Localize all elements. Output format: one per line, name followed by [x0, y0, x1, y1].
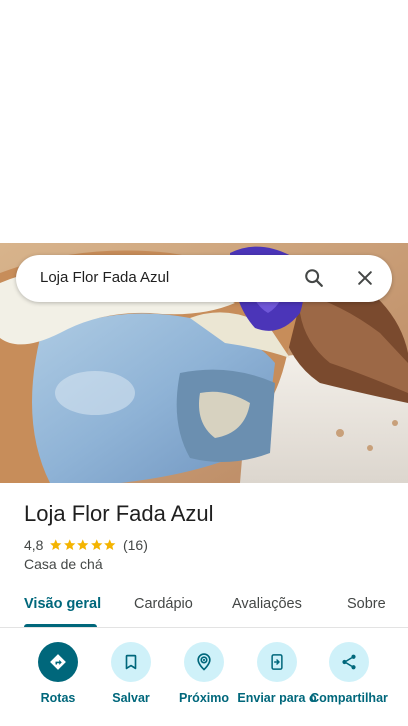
rating-row[interactable]: 4,8 (16) — [24, 536, 148, 554]
directions-button[interactable]: Rotas — [18, 642, 98, 705]
map-area — [0, 0, 408, 243]
nearby-label: Próximo — [178, 691, 229, 705]
share-button[interactable]: Compartilhar — [309, 642, 389, 705]
close-icon[interactable] — [353, 266, 377, 290]
share-icon — [329, 642, 369, 682]
star-icon — [49, 538, 63, 552]
save-label: Salvar — [112, 691, 150, 705]
search-bar[interactable]: Loja Flor Fada Azul — [16, 255, 392, 302]
tab-reviews[interactable]: Avaliações — [232, 596, 302, 612]
share-label: Compartilhar — [310, 691, 388, 705]
bookmark-icon — [111, 642, 151, 682]
send-to-phone-label: Enviar para o — [237, 691, 317, 705]
star-icon — [103, 538, 117, 552]
star-icon — [63, 538, 77, 552]
action-bar: Rotas Salvar Próximo Enviar para o Compa… — [0, 628, 408, 726]
star-icon — [90, 538, 104, 552]
star-rating — [49, 538, 117, 552]
active-tab-indicator — [24, 624, 97, 627]
place-category: Casa de chá — [24, 556, 103, 572]
nearby-icon — [184, 642, 224, 682]
rating-value: 4,8 — [24, 537, 44, 553]
place-title: Loja Flor Fada Azul — [24, 501, 214, 526]
tab-bar: Visão geral Cardápio Avaliações Sobre — [0, 585, 408, 628]
search-input[interactable]: Loja Flor Fada Azul — [40, 269, 169, 286]
send-to-phone-icon — [257, 642, 297, 682]
tab-overview[interactable]: Visão geral — [24, 596, 101, 612]
directions-icon — [38, 642, 78, 682]
tab-about[interactable]: Sobre — [347, 596, 386, 612]
send-to-phone-button[interactable]: Enviar para o — [237, 642, 317, 705]
directions-label: Rotas — [40, 691, 76, 705]
save-button[interactable]: Salvar — [91, 642, 171, 705]
search-icon[interactable] — [302, 266, 326, 290]
nearby-button[interactable]: Próximo — [164, 642, 244, 705]
star-icon — [76, 538, 90, 552]
review-count[interactable]: (16) — [123, 537, 148, 553]
tab-menu[interactable]: Cardápio — [134, 596, 193, 612]
